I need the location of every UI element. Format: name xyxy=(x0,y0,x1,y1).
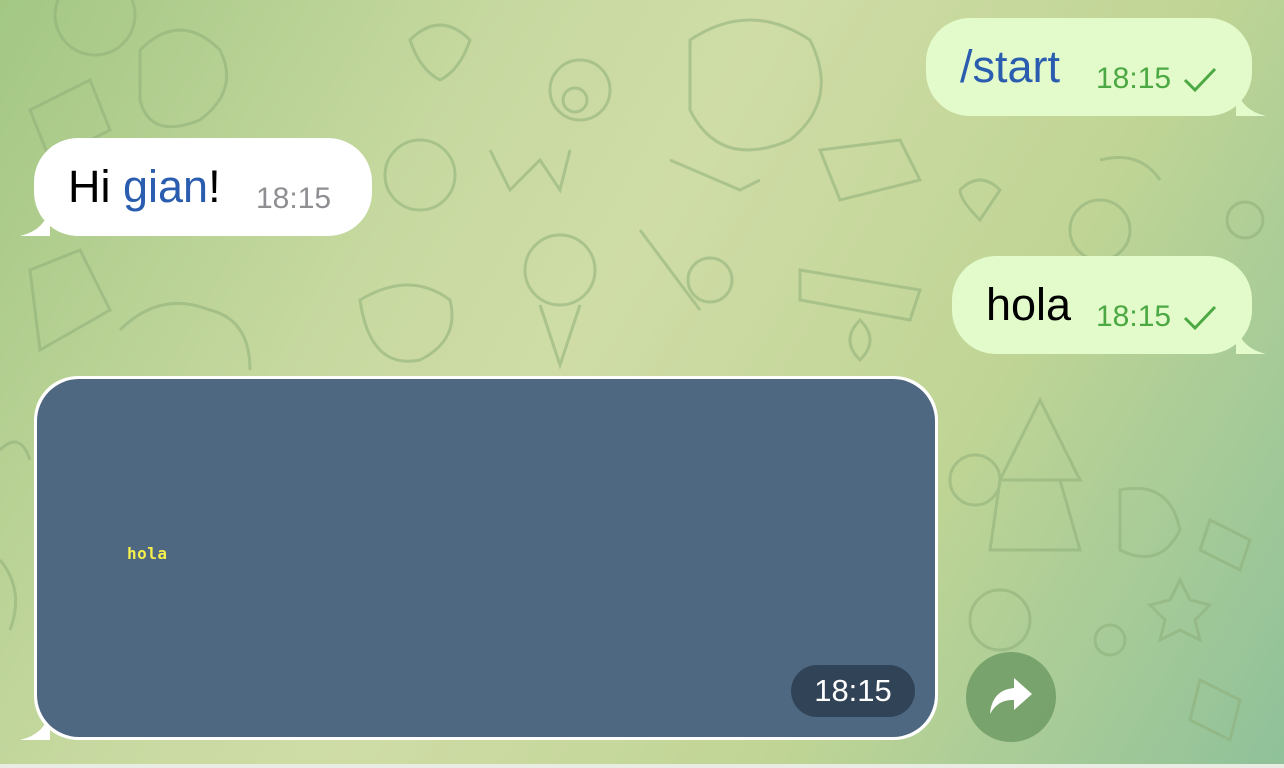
user-mention-link[interactable]: gian xyxy=(123,161,208,212)
message-text: Hi gian! xyxy=(68,164,221,209)
bottom-divider xyxy=(0,764,1284,768)
bubble-tail-icon xyxy=(1236,324,1266,354)
greeting-suffix: ! xyxy=(208,161,221,212)
image-preview[interactable]: hola 18:15 xyxy=(37,379,935,737)
greeting-prefix: Hi xyxy=(68,161,123,212)
bubble-tail-icon xyxy=(1236,86,1266,116)
incoming-image-message[interactable]: hola 18:15 xyxy=(20,376,938,740)
incoming-message-greeting[interactable]: Hi gian! 18:15 xyxy=(20,138,372,236)
share-arrow-icon xyxy=(990,678,1032,714)
sent-check-icon xyxy=(1183,305,1217,331)
sent-check-icon xyxy=(1183,67,1217,93)
message-time: 18:15 xyxy=(1096,300,1172,333)
message-time: 18:15 xyxy=(1096,62,1172,95)
image-time-badge: 18:15 xyxy=(791,665,915,717)
message-time: 18:15 xyxy=(256,182,332,215)
image-text: hola xyxy=(127,544,168,563)
message-text[interactable]: /start xyxy=(960,44,1060,89)
message-text[interactable]: hola xyxy=(986,282,1071,327)
bubble-tail-icon xyxy=(20,206,50,236)
share-button[interactable] xyxy=(966,652,1056,742)
outgoing-message-hola[interactable]: hola 18:15 xyxy=(952,256,1266,354)
outgoing-message-start[interactable]: /start 18:15 xyxy=(926,18,1266,116)
